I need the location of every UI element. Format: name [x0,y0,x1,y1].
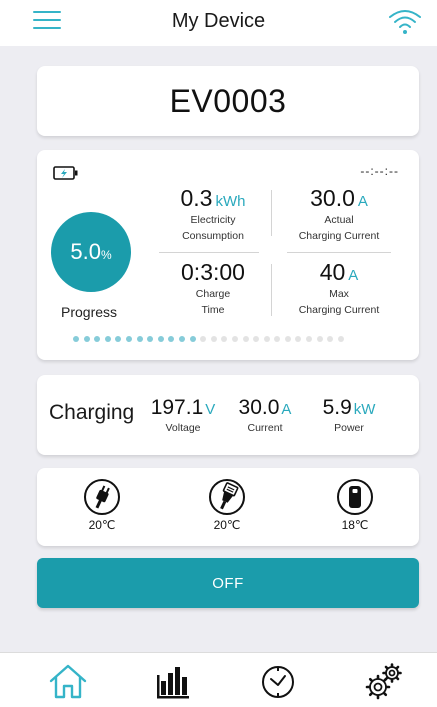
connector-plug-icon [209,479,245,515]
port-connector[interactable]: 20℃ [197,478,257,532]
max-current-label-1: Max [329,288,349,300]
progress-dot [83,336,90,342]
bar-chart-icon [157,667,189,699]
progress-dot [231,336,238,342]
progress-dot [147,336,154,342]
port-charger[interactable]: 18℃ [325,478,385,532]
progress-dot [115,336,122,342]
settings-gears-icon [365,663,402,700]
top-bar: My Device [0,0,437,46]
progress-dot [295,336,302,342]
power-label: Power [334,422,364,434]
progress-dot [210,336,217,342]
charge-time-value: 0:3:00 [181,259,245,285]
actual-current-stat: 30.0 A Actual Charging Current [281,184,397,244]
current-label: Current [247,422,283,434]
voltage-unit: V [205,401,216,418]
electricity-value: 0.3 [180,185,213,211]
max-current-unit: A [348,267,359,284]
port-temp: 20℃ [88,518,116,532]
nav-settings[interactable] [362,661,404,703]
progress-dot [94,336,101,342]
progress-dot [178,336,185,342]
charge-time-label-2: Time [201,304,225,316]
electricity-label-2: Consumption [182,230,244,242]
progress-dot [189,336,196,342]
progress-dot [316,336,323,342]
power-readout: 5.9 kW Power [309,395,389,435]
divider [271,264,272,316]
progress-dot [253,336,260,342]
nav-statistics[interactable] [152,661,194,703]
home-icon [49,664,87,699]
current-value: 30.0 [238,396,280,419]
charge-time-stat: 0:3:00 Charge Time [155,258,271,318]
time-readout: --:--:-- [360,164,399,178]
charging-state-label: Charging [49,401,135,424]
off-button[interactable]: OFF [37,558,419,608]
current-readout: 30.0 A Current [229,395,301,435]
battery-charging-icon [53,166,78,180]
divider [271,190,272,236]
actual-current-unit: A [357,193,368,210]
max-current-value: 40 [319,259,346,285]
port-temperature-card: 20℃ 20℃ 18℃ [37,468,419,546]
progress-dot [284,336,291,342]
voltage-label: Voltage [165,422,201,434]
actual-current-label-1: Actual [324,214,354,226]
current-unit: A [281,401,292,418]
max-current-label-2: Charging Current [298,304,380,316]
actual-current-value: 30.0 [310,185,355,211]
port-temp: 18℃ [341,518,369,532]
plug-icon [84,479,120,515]
progress-dot [157,336,164,342]
nav-schedule[interactable] [257,661,299,703]
progress-value: 5.0 [70,239,101,264]
electricity-unit: kWh [215,193,246,210]
charging-status-card: Charging 197.1 V Voltage 30.0 A Current 5.… [37,375,419,455]
progress-dot [136,336,143,342]
progress-dot [337,336,344,342]
nav-home[interactable] [47,661,89,703]
divider [159,252,259,253]
progress-dot [306,336,313,342]
electricity-label-1: Electricity [190,214,236,226]
progress-label: Progress [61,304,118,320]
progress-dots [73,336,344,342]
charge-time-label-1: Charge [195,288,231,300]
progress-dot [168,336,175,342]
device-id: EV0003 [169,82,287,119]
port-temp: 20℃ [213,518,241,532]
bottom-nav [0,652,437,707]
progress-dot [221,336,228,342]
charging-stats-card: --:--:-- 5.0% Progress 0.3 kWh Electricit… [37,150,419,360]
actual-current-label-2: Charging Current [298,230,380,242]
wifi-icon[interactable] [387,7,423,35]
progress-indicator: 5.0% [51,212,131,292]
progress-dot [200,336,207,342]
progress-dot [104,336,111,342]
charger-unit-icon [337,479,373,515]
voltage-readout: 197.1 V Voltage [143,395,223,435]
progress-dot [263,336,270,342]
progress-unit: % [100,248,112,262]
progress-dot [327,336,334,342]
progress-dot [242,336,249,342]
device-id-card: EV0003 [37,66,419,136]
voltage-value: 197.1 [150,396,204,419]
clock-icon [262,666,294,698]
power-unit: kW [353,401,376,418]
max-current-stat: 40 A Max Charging Current [281,258,397,318]
port-plug[interactable]: 20℃ [72,478,132,532]
progress-dot [125,336,132,342]
divider [287,252,391,253]
progress-dot [274,336,281,342]
progress-dot [73,336,79,342]
page-title: My Device [171,10,266,32]
electricity-consumption-stat: 0.3 kWh Electricity Consumption [155,184,271,244]
power-value: 5.9 [322,396,352,419]
